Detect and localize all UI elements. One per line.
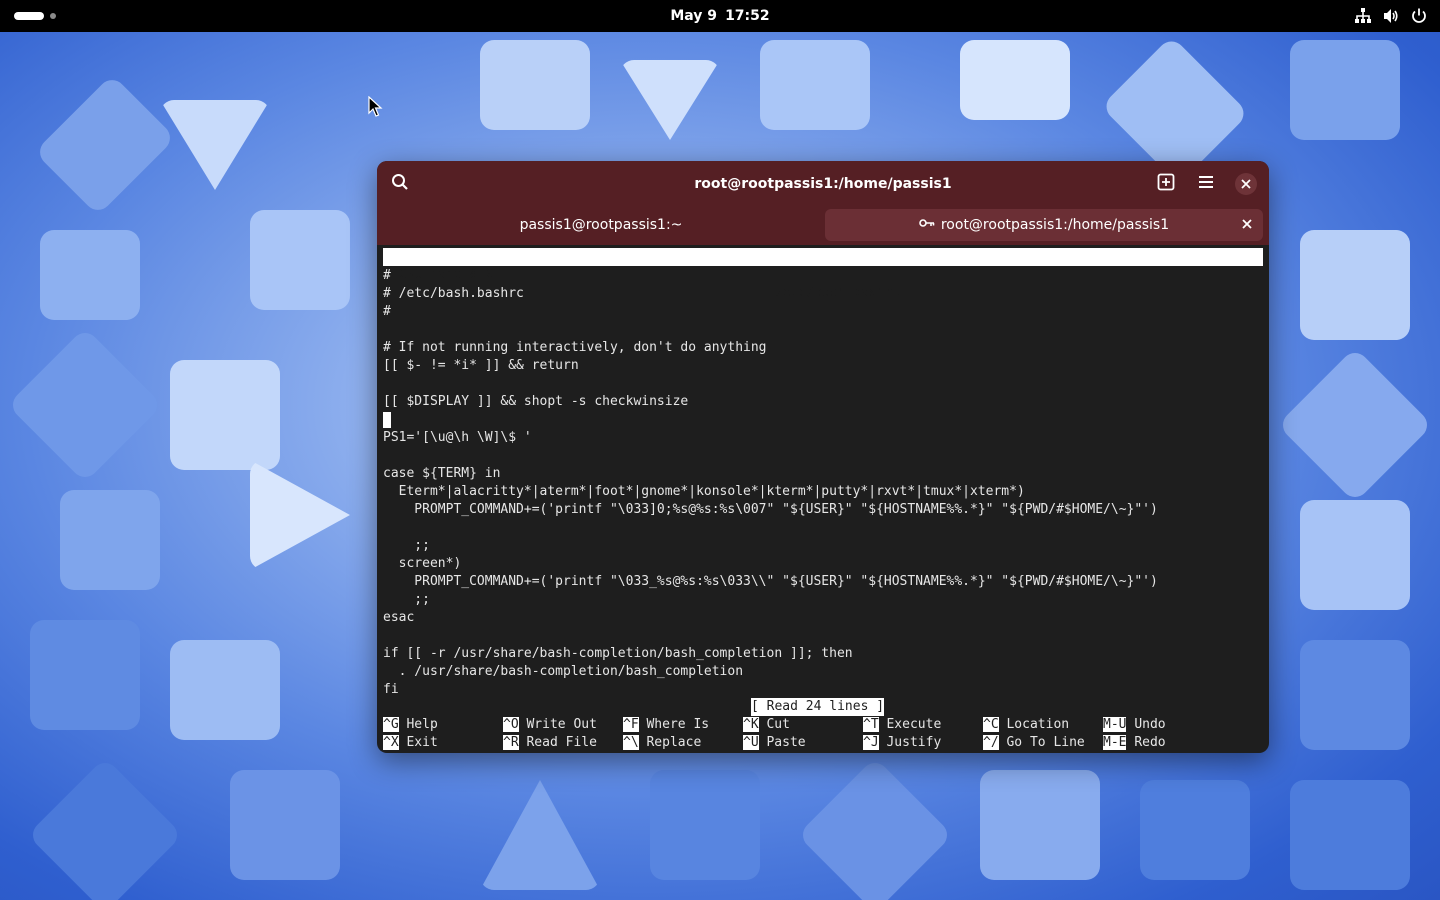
editor-line: Eterm*|alacritty*|aterm*|foot*|gnome*|ko… bbox=[383, 484, 1025, 499]
key-icon bbox=[919, 209, 935, 241]
tab-bar: passis1@rootpassis1:~ root@rootpassis1:/… bbox=[377, 207, 1269, 245]
editor-line: ;; bbox=[383, 592, 430, 607]
shortcut-exit[interactable]: ^X Exit bbox=[383, 734, 438, 752]
editor-line: [[ $- != *i* ]] && return bbox=[383, 358, 579, 373]
shortcut-where-is[interactable]: ^F Where Is bbox=[623, 716, 709, 734]
tab-label: root@rootpassis1:/home/passis1 bbox=[940, 217, 1170, 233]
mouse-cursor-icon bbox=[368, 95, 384, 122]
tab-root[interactable]: root@rootpassis1:/home/passis1 bbox=[825, 209, 1263, 241]
shortcut-go-to-line[interactable]: ^/ Go To Line bbox=[983, 734, 1085, 752]
clock-time: 17:52 bbox=[725, 8, 770, 24]
editor-line: . /usr/share/bash-completion/bash_comple… bbox=[383, 664, 744, 679]
shortcut-location[interactable]: ^C Location bbox=[983, 716, 1069, 734]
tab-close-button[interactable] bbox=[1239, 209, 1255, 241]
shortcut-write-out[interactable]: ^O Write Out bbox=[503, 716, 597, 734]
editor-line: PROMPT_COMMAND+=('printf "\033_%s@%s:%s\… bbox=[383, 574, 1158, 589]
tab-passis1[interactable]: passis1@rootpassis1:~ bbox=[381, 209, 821, 241]
editor-line: # /etc/bash.bashrc bbox=[383, 286, 524, 301]
editor-line: # bbox=[383, 304, 391, 319]
close-icon bbox=[1235, 173, 1257, 195]
shortcut-paste[interactable]: ^U Paste bbox=[743, 734, 806, 752]
editor-line: [[ $DISPLAY ]] && shopt -s checkwinsize bbox=[383, 394, 689, 409]
clock[interactable]: May 9 17:52 bbox=[0, 0, 1440, 32]
shortcut-redo[interactable]: M-E Redo bbox=[1103, 734, 1166, 752]
power-icon[interactable] bbox=[1410, 7, 1428, 25]
menu-button[interactable] bbox=[1194, 172, 1218, 196]
shortcut-help[interactable]: ^G Help bbox=[383, 716, 438, 734]
shortcut-read-file[interactable]: ^R Read File bbox=[503, 734, 597, 752]
terminal-content[interactable]: GNU nano 8.0 /etc/bash.bashrc # # /etc/b… bbox=[381, 247, 1263, 752]
shortcut-justify[interactable]: ^J Justify bbox=[863, 734, 941, 752]
terminal-window[interactable]: root@rootpassis1:/home/passis1 passis1@r… bbox=[377, 161, 1269, 753]
editor-buffer[interactable]: # # /etc/bash.bashrc # # If not running … bbox=[383, 267, 1158, 699]
shortcut-execute[interactable]: ^T Execute bbox=[863, 716, 941, 734]
new-tab-icon bbox=[1157, 173, 1175, 195]
volume-icon[interactable] bbox=[1382, 7, 1400, 25]
editor-line: # bbox=[383, 268, 391, 283]
clock-date: May 9 bbox=[670, 8, 718, 24]
status-message: [ Read 24 lines ] bbox=[751, 698, 885, 716]
editor-line: case ${TERM} in bbox=[383, 466, 501, 481]
window-titlebar[interactable]: root@rootpassis1:/home/passis1 bbox=[377, 161, 1269, 207]
close-icon bbox=[1242, 209, 1252, 241]
editor-line: PS1='[\u@\h \W]\$ ' bbox=[383, 430, 532, 445]
top-bar: May 9 17:52 bbox=[0, 0, 1440, 32]
shortcut-undo[interactable]: M-U Undo bbox=[1103, 716, 1166, 734]
nano-header: GNU nano 8.0 /etc/bash.bashrc bbox=[383, 248, 1263, 300]
editor-line: screen*) bbox=[383, 556, 462, 571]
editor-line: esac bbox=[383, 610, 415, 625]
window-close-button[interactable] bbox=[1234, 172, 1258, 196]
text-cursor bbox=[383, 411, 391, 428]
network-icon[interactable] bbox=[1354, 7, 1372, 25]
hamburger-menu-icon bbox=[1197, 173, 1215, 195]
new-tab-button[interactable] bbox=[1154, 172, 1178, 196]
tab-label: passis1@rootpassis1:~ bbox=[519, 217, 683, 233]
editor-line: fi bbox=[383, 682, 399, 697]
editor-line-cursor bbox=[383, 411, 1158, 429]
editor-line: # If not running interactively, don't do… bbox=[383, 340, 767, 355]
editor-line: PROMPT_COMMAND+=('printf "\033]0;%s@%s:%… bbox=[383, 502, 1158, 517]
shortcut-bar: ^G Help ^O Write Out ^F Where Is ^K Cut … bbox=[383, 716, 1263, 752]
shortcut-replace[interactable]: ^\ Replace bbox=[623, 734, 701, 752]
window-title: root@rootpassis1:/home/passis1 bbox=[694, 176, 952, 192]
system-tray[interactable] bbox=[1354, 0, 1428, 32]
editor-line: if [[ -r /usr/share/bash-completion/bash… bbox=[383, 646, 853, 661]
shortcut-cut[interactable]: ^K Cut bbox=[743, 716, 790, 734]
editor-line: ;; bbox=[383, 538, 430, 553]
